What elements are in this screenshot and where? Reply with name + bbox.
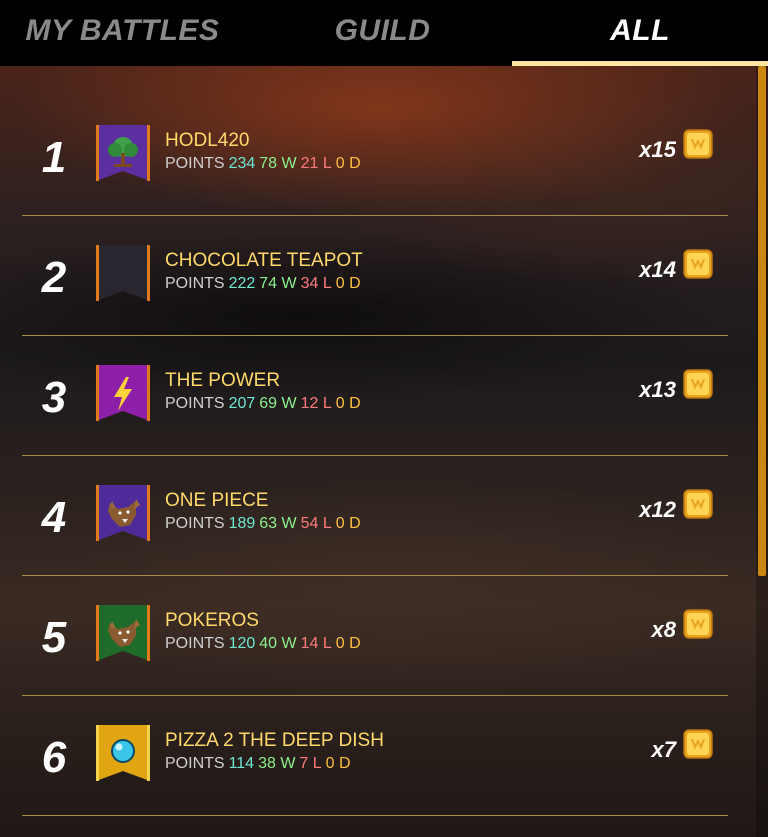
wins-value: 74 W: [259, 275, 297, 292]
player-name[interactable]: ONE PIECE: [165, 490, 268, 512]
reward-multiplier: x13: [639, 377, 676, 402]
losses-value: 12 L: [300, 395, 332, 412]
points-label: POINTS: [165, 155, 225, 172]
active-tab-indicator: [512, 61, 768, 66]
leaderboard-row[interactable]: 3 THE POWER POINTS 207 69 W 12 L0 D x13: [22, 335, 728, 456]
losses-value: 34 L: [300, 275, 332, 292]
rank-number: 4: [41, 493, 67, 542]
player-stats: POINTS 120 40 W 14 L0 D: [165, 635, 365, 653]
draws-value: 0 D: [335, 395, 361, 412]
points-label: POINTS: [165, 635, 225, 652]
player-name[interactable]: CHOCOLATE TEAPOT: [165, 250, 363, 272]
points-value: 222: [228, 275, 256, 292]
rank-number: 6: [41, 733, 67, 782]
leaderboard-row[interactable]: 4 ONE PIECE POINTS 189 63 W 54 L0 D x12: [22, 455, 728, 576]
rank-number: 3: [41, 373, 67, 422]
player-name[interactable]: HODL420: [165, 130, 250, 152]
reward-chest-icon: [682, 367, 714, 401]
leaderboard-row[interactable]: 5 POKEROS POINTS 120 40 W 14 L0 D x8: [22, 575, 728, 696]
leaderboard-row[interactable]: 2 CHOCOLATE TEAPOT POINTS 222 74 W 34 L0 D x14: [22, 215, 728, 336]
guild-banner-orb-icon: [96, 725, 150, 781]
draws-value: 0 D: [335, 515, 361, 532]
reward-multiplier: x7: [651, 737, 676, 762]
losses-value: 7 L: [299, 755, 322, 772]
draws-value: 0 D: [325, 755, 351, 772]
rank-number: 5: [41, 613, 67, 662]
player-name[interactable]: POKEROS: [165, 610, 259, 632]
wins-value: 40 W: [259, 635, 297, 652]
points-label: POINTS: [165, 275, 225, 292]
points-value: 114: [228, 755, 255, 772]
leaderboard-row[interactable]: 6 PIZZA 2 THE DEEP DISH POINTS 114 38 W7 L0 …: [22, 695, 728, 816]
reward-chest-icon: [682, 247, 714, 281]
draws-value: 0 D: [335, 155, 361, 172]
losses-value: 54 L: [300, 515, 332, 532]
guild-banner-lightning-icon: [96, 365, 150, 421]
reward-multiplier: x15: [639, 137, 676, 162]
points-label: POINTS: [165, 755, 225, 772]
reward-chest-icon: [682, 127, 714, 161]
wins-value: 38 W: [258, 755, 296, 772]
player-stats: POINTS 234 78 W 21 L0 D: [165, 155, 365, 173]
scrollbar-thumb[interactable]: [758, 66, 766, 576]
player-stats: POINTS 222 74 W 34 L0 D: [165, 275, 365, 293]
tab-guild[interactable]: GUILD: [260, 0, 505, 62]
wins-value: 63 W: [259, 515, 297, 532]
losses-value: 14 L: [300, 635, 332, 652]
reward-multiplier: x14: [639, 257, 676, 282]
player-stats: POINTS 114 38 W7 L0 D: [165, 755, 355, 773]
points-value: 207: [228, 395, 256, 412]
player-stats: POINTS 207 69 W 12 L0 D: [165, 395, 365, 413]
guild-banner-blank-banner-icon: [96, 245, 150, 301]
points-value: 189: [228, 515, 256, 532]
losses-value: 21 L: [300, 155, 332, 172]
guild-banner-tree-icon: [96, 125, 150, 181]
reward-multiplier: x12: [639, 497, 676, 522]
points-value: 234: [228, 155, 256, 172]
leaderboard-row[interactable]: 1 HODL420 POINTS 234 78 W 21 L0 D x15: [22, 95, 728, 216]
player-name[interactable]: THE POWER: [165, 370, 280, 392]
wins-value: 69 W: [259, 395, 297, 412]
tab-all[interactable]: ALL: [512, 0, 768, 62]
reward-multiplier: x8: [651, 617, 676, 642]
reward-chest-icon: [682, 607, 714, 641]
wins-value: 78 W: [259, 155, 297, 172]
draws-value: 0 D: [335, 635, 361, 652]
rank-number: 1: [41, 133, 67, 182]
player-stats: POINTS 189 63 W 54 L0 D: [165, 515, 365, 533]
guild-banner-wolf-icon: [96, 605, 150, 661]
reward-chest-icon: [682, 487, 714, 521]
points-label: POINTS: [165, 515, 225, 532]
tab-bar: MY BATTLES GUILD ALL: [0, 0, 768, 66]
points-value: 120: [228, 635, 256, 652]
tab-my-battles[interactable]: MY BATTLES: [0, 0, 245, 62]
player-name[interactable]: PIZZA 2 THE DEEP DISH: [165, 730, 384, 752]
draws-value: 0 D: [335, 275, 361, 292]
guild-banner-wolf-icon: [96, 485, 150, 541]
reward-chest-icon: [682, 727, 714, 761]
rank-number: 2: [41, 253, 67, 302]
points-label: POINTS: [165, 395, 225, 412]
